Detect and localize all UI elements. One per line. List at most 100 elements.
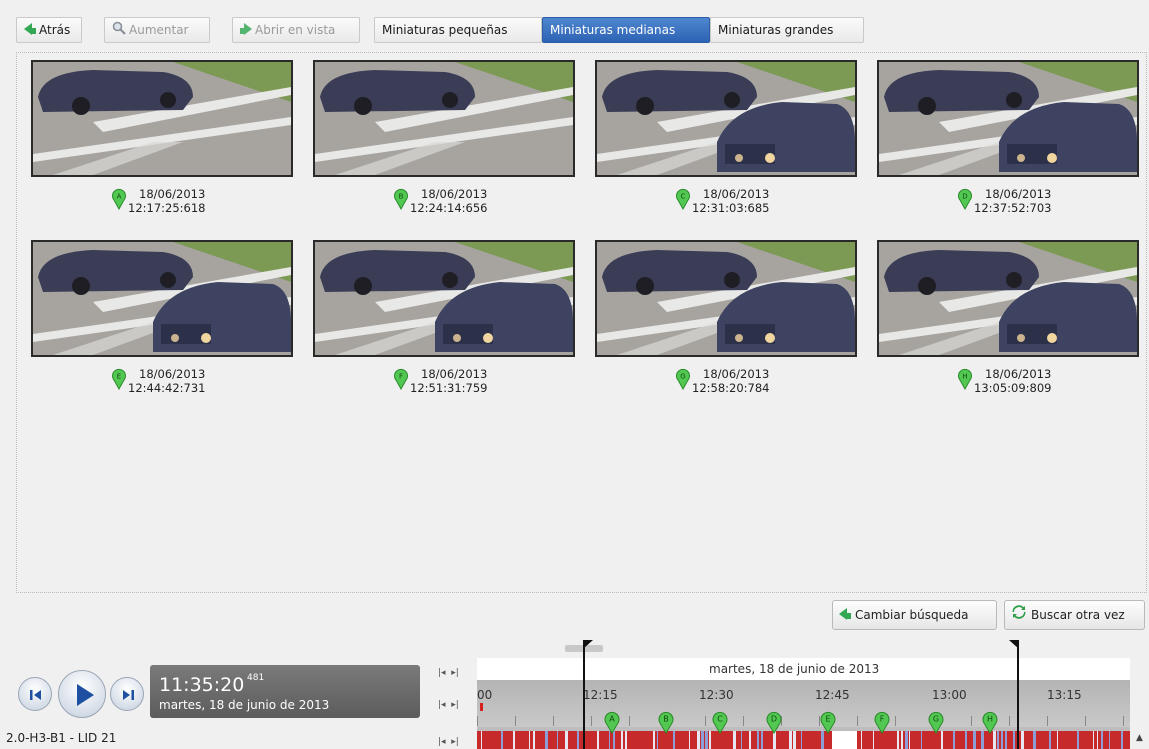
svg-text:A: A — [609, 715, 615, 724]
change-search-button[interactable]: Cambiar búsqueda — [832, 600, 997, 630]
step-forward-button[interactable] — [110, 677, 144, 711]
thumbnail-image[interactable] — [31, 240, 293, 357]
range-start-cursor[interactable] — [583, 645, 585, 749]
play-button[interactable] — [58, 670, 106, 718]
timeline-minor-tick — [477, 716, 478, 726]
svg-text:F: F — [399, 373, 403, 381]
camera-label: 2.0-H3-B1 - LID 21 — [6, 731, 117, 745]
timeline-minor-tick — [705, 716, 706, 726]
motion-stripe — [557, 731, 558, 749]
step-back-button[interactable] — [18, 677, 52, 711]
play-icon — [77, 684, 94, 706]
thumbnail-item[interactable]: E 18/06/2013 12:44:42:731 — [31, 240, 293, 399]
timeline-skip-controls-3[interactable]: |◂ ▸| — [438, 737, 459, 747]
thumbnail-image[interactable] — [595, 60, 857, 177]
motion-stripe — [689, 731, 690, 749]
thumbnail-item[interactable]: C 18/06/2013 12:31:03:685 — [595, 60, 857, 219]
motion-stripe — [1013, 731, 1015, 749]
thumbnail-date: 18/06/2013 — [139, 367, 206, 381]
thumbnail-time: 12:51:31:759 — [410, 381, 488, 395]
motion-stripe — [1109, 731, 1110, 749]
map-pin-icon: A — [111, 188, 127, 213]
thumbnail-caption: H 18/06/2013 13:05:09:809 — [877, 365, 1139, 399]
motion-stripe — [921, 731, 922, 749]
thumbnail-caption: A 18/06/2013 12:17:25:618 — [31, 185, 293, 219]
thumbnail-image[interactable] — [313, 60, 575, 177]
timeline-marker-pin[interactable]: G — [927, 710, 945, 734]
thumbnail-item[interactable]: A 18/06/2013 12:17:25:618 — [31, 60, 293, 219]
thumbnail-item[interactable]: G 18/06/2013 12:58:20:784 — [595, 240, 857, 399]
timeline-marker-pin[interactable]: H — [981, 710, 999, 734]
motion-stripe — [973, 731, 976, 749]
timeline-tick-label: :00 — [477, 688, 493, 702]
motion-stripe — [1097, 731, 1098, 749]
timeline-marker-pin[interactable]: E — [819, 710, 837, 734]
thumbnail-item[interactable]: D 18/06/2013 12:37:52:703 — [877, 60, 1139, 219]
thumbnail-date: 18/06/2013 — [703, 187, 770, 201]
map-pin-icon: D — [957, 188, 973, 213]
thumbnail-time: 13:05:09:809 — [974, 381, 1052, 395]
tab-medium-thumbnails[interactable]: Miniaturas medianas — [542, 17, 710, 43]
motion-stripe — [801, 731, 802, 749]
thumbnail-item[interactable]: H 18/06/2013 13:05:09:809 — [877, 240, 1139, 399]
thumbnail-image[interactable] — [31, 60, 293, 177]
step-forward-icon — [123, 690, 134, 700]
scroll-up-icon[interactable]: ▲ — [1136, 733, 1143, 743]
motion-stripe — [1093, 731, 1094, 749]
thumbnail-image[interactable] — [313, 240, 575, 357]
thumbnail-item[interactable]: B 18/06/2013 12:24:14:656 — [313, 60, 575, 219]
arrow-left-icon — [24, 19, 36, 43]
timeline-minor-tick — [971, 716, 972, 726]
thumbnail-image[interactable] — [595, 240, 857, 357]
playback-time: 11:35:20 — [159, 674, 245, 696]
svg-text:D: D — [771, 715, 777, 724]
timeline-date-label: martes, 18 de junio de 2013 — [709, 662, 880, 676]
range-end-cursor[interactable] — [1017, 645, 1019, 749]
timeline-minor-tick — [1009, 716, 1010, 726]
playback-date: martes, 18 de junio de 2013 — [159, 698, 330, 712]
timeline-minor-tick — [895, 716, 896, 726]
svg-text:B: B — [399, 193, 404, 201]
back-button[interactable]: Atrás — [16, 17, 82, 43]
timeline-marker-pin[interactable]: A — [603, 710, 621, 734]
playback-ms: 481 — [247, 673, 265, 683]
thumbnail-time: 12:31:03:685 — [692, 201, 770, 215]
motion-stripe — [1101, 731, 1103, 749]
search-again-button[interactable]: Buscar otra vez — [1004, 600, 1145, 630]
arrow-right-icon — [240, 19, 252, 43]
motion-stripe — [1057, 731, 1058, 749]
motion-stripe — [501, 731, 503, 749]
map-pin-icon: H — [957, 368, 973, 393]
thumbnail-date: 18/06/2013 — [421, 367, 488, 381]
timeline-marker-pin[interactable]: C — [711, 710, 729, 734]
thumbnail-image[interactable] — [877, 60, 1139, 177]
timeline-marker-pin[interactable]: D — [765, 710, 783, 734]
timeline-tick-label: 12:30 — [699, 688, 734, 702]
map-pin-icon: G — [675, 368, 691, 393]
zoom-button[interactable]: Aumentar — [104, 17, 210, 43]
thumbnail-date: 18/06/2013 — [421, 187, 488, 201]
open-in-view-button[interactable]: Abrir en vista — [232, 17, 360, 43]
thumbnail-item[interactable]: F 18/06/2013 12:51:31:759 — [313, 240, 575, 399]
timeline[interactable]: martes, 18 de junio de 2013 :00 12:15 12… — [477, 658, 1130, 749]
map-pin-icon: F — [393, 368, 409, 393]
thumbnail-date: 18/06/2013 — [703, 367, 770, 381]
motion-stripe — [1021, 731, 1024, 749]
thumbnail-caption: F 18/06/2013 12:51:31:759 — [313, 365, 575, 399]
timeline-marker-pin[interactable]: B — [657, 710, 675, 734]
step-back-icon — [30, 690, 41, 700]
timeline-skip-controls-1[interactable]: |◂ ▸| — [438, 668, 459, 678]
timeline-minor-tick — [857, 716, 858, 726]
thumbnail-caption: D 18/06/2013 12:37:52:703 — [877, 185, 1139, 219]
timeline-tick-area — [477, 680, 1130, 727]
tab-large-thumbnails[interactable]: Miniaturas grandes — [710, 17, 864, 43]
timeline-marker-pin[interactable]: F — [873, 710, 891, 734]
motion-stripe — [761, 731, 763, 749]
timeline-skip-controls-2[interactable]: |◂ ▸| — [438, 700, 459, 710]
thumbnail-caption: C 18/06/2013 12:31:03:685 — [595, 185, 857, 219]
svg-text:H: H — [987, 715, 993, 724]
thumbnail-image[interactable] — [877, 240, 1139, 357]
map-pin-icon: C — [675, 188, 691, 213]
motion-stripe — [1121, 731, 1123, 749]
tab-small-thumbnails[interactable]: Miniaturas pequeñas — [374, 17, 542, 43]
